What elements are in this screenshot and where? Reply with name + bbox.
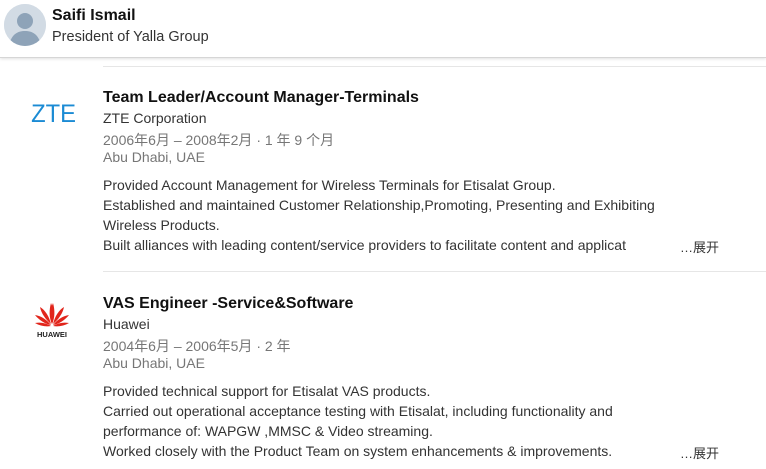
description-line: Built alliances with leading content/ser…	[103, 237, 626, 253]
description-line: Worked closely with the Product Team on …	[103, 443, 613, 459]
svg-text:HUAWEI: HUAWEI	[37, 330, 67, 339]
profile-headline: President of Yalla Group	[52, 29, 209, 45]
description-line: Provided Account Management for Wireless…	[103, 177, 556, 193]
huawei-logo[interactable]: HUAWEI	[28, 298, 76, 340]
date-range: 2006年6月 – 2008年2月 · 1 年 9 个月	[103, 132, 335, 148]
avatar[interactable]	[4, 4, 46, 46]
expand-button[interactable]: …展开	[680, 237, 719, 256]
description-line: performance of: WAPGW ,MMSC & Video stre…	[103, 423, 433, 439]
position-title: Team Leader/Account Manager-Terminals	[103, 89, 419, 106]
description-line: Carried out operational acceptance testi…	[103, 403, 613, 419]
location: Abu Dhabi, UAE	[103, 355, 205, 371]
divider	[103, 271, 766, 272]
description-line: Established and maintained Customer Rela…	[103, 197, 655, 213]
zte-logo[interactable]: ZTE	[31, 100, 76, 128]
divider	[103, 66, 766, 67]
date-range: 2004年6月 – 2006年5月 · 2 年	[103, 338, 291, 354]
company-name[interactable]: Huawei	[103, 316, 150, 332]
huawei-flower-icon: HUAWEI	[35, 303, 69, 339]
position-title: VAS Engineer -Service&Software	[103, 295, 354, 312]
expand-button[interactable]: …展开	[680, 443, 719, 462]
location: Abu Dhabi, UAE	[103, 149, 205, 165]
profile-name[interactable]: Saifi Ismail	[52, 7, 136, 25]
profile-header: Saifi Ismail President of Yalla Group	[0, 0, 766, 58]
company-name[interactable]: ZTE Corporation	[103, 110, 206, 126]
avatar-placeholder-icon	[4, 4, 46, 46]
description-line: Provided technical support for Etisalat …	[103, 383, 431, 399]
description-line: Wireless Products.	[103, 217, 220, 233]
